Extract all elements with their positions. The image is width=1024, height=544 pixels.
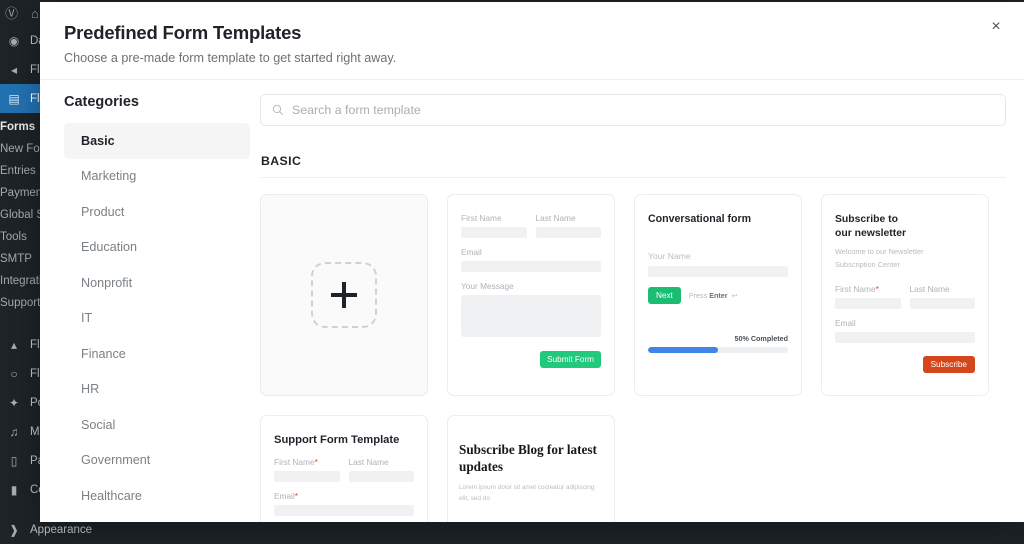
category-label: Healthcare xyxy=(81,488,142,503)
last-name-label: Last Name xyxy=(535,213,576,223)
categories-title: Categories xyxy=(64,94,139,110)
email-field[interactable] xyxy=(274,505,414,516)
category-item-government[interactable]: Government xyxy=(64,443,250,479)
category-item-education[interactable]: Education xyxy=(64,230,250,266)
conversational-form-preview: Conversational form Your Name Next Press… xyxy=(635,195,801,353)
press-enter-hint: Press Enter ↩ xyxy=(688,291,738,300)
support-form-preview: Support Form Template First Name* Last N… xyxy=(261,416,427,516)
blog-form-preview: Subscribe Blog for latest updates Lorem … xyxy=(448,416,614,505)
message-textarea[interactable] xyxy=(461,295,601,337)
email-label: Email xyxy=(461,247,482,257)
search-icon xyxy=(272,104,284,116)
plus-icon xyxy=(331,282,357,308)
progress-bar-fill xyxy=(648,347,718,353)
modal-header: Predefined Form Templates Choose a pre-m… xyxy=(40,2,1024,80)
first-name-field[interactable] xyxy=(274,471,340,482)
category-item-it[interactable]: IT xyxy=(64,301,250,337)
template-card-conversational-form[interactable]: Conversational form Your Name Next Press… xyxy=(634,194,802,396)
page-subtitle: Choose a pre-made form template to get s… xyxy=(64,51,397,65)
first-name-field[interactable] xyxy=(461,227,527,238)
category-label: IT xyxy=(81,311,93,326)
progress-bar-track xyxy=(648,347,788,353)
last-name-field[interactable] xyxy=(535,227,601,238)
newsletter-form-preview: Subscribe to our newsletter Welcome to o… xyxy=(822,195,988,373)
last-name-field[interactable] xyxy=(909,298,975,309)
divider xyxy=(260,177,1006,178)
newsletter-heading: Subscribe to our newsletter xyxy=(835,214,907,240)
dashboard-icon: ◉ xyxy=(8,33,20,48)
wordpress-logo-icon[interactable]: Ⓥ xyxy=(5,7,18,20)
template-card-support-form[interactable]: Support Form Template First Name* Last N… xyxy=(260,415,428,522)
media-icon: ♫ xyxy=(9,424,19,439)
category-item-hr[interactable]: HR xyxy=(64,372,250,408)
comments-icon: ▮ xyxy=(10,482,18,497)
category-item-finance[interactable]: Finance xyxy=(64,336,250,372)
category-label: Government xyxy=(81,453,151,468)
category-label: HR xyxy=(81,382,100,397)
submit-form-button[interactable]: Submit Form xyxy=(540,351,601,368)
category-label: Basic xyxy=(81,133,115,148)
category-label: Product xyxy=(81,204,125,219)
group-heading: BASIC xyxy=(261,154,302,168)
answer-field[interactable] xyxy=(648,266,788,277)
page-title: Predefined Form Templates xyxy=(64,22,302,43)
email-label: Email xyxy=(835,318,856,328)
first-name-label: First Name* xyxy=(274,457,318,467)
category-item-product[interactable]: Product xyxy=(64,194,250,230)
category-item-basic[interactable]: Basic xyxy=(64,123,250,159)
template-card-contact-form[interactable]: First Name Last Name Email Your Message … xyxy=(447,194,615,396)
last-name-field[interactable] xyxy=(348,471,414,482)
support-title: Support Form Template xyxy=(274,434,400,446)
newsletter-subtext: Welcome to our Newsletter Subscription C… xyxy=(835,247,924,270)
last-name-label: Last Name xyxy=(348,457,389,467)
dashed-placeholder-box xyxy=(311,262,377,328)
next-button[interactable]: Next xyxy=(648,287,681,304)
category-item-marketing[interactable]: Marketing xyxy=(64,159,250,195)
template-card-newsletter-subscribe[interactable]: Subscribe to our newsletter Welcome to o… xyxy=(821,194,989,396)
email-field[interactable] xyxy=(835,332,975,343)
category-item-social[interactable]: Social xyxy=(64,407,250,443)
message-label: Your Message xyxy=(461,281,514,291)
close-icon[interactable]: × xyxy=(985,16,1007,38)
fluent-forms-icon: ▤ xyxy=(8,91,20,106)
fluentcrm-icon: ▴ xyxy=(10,337,18,352)
categories-panel: Categories Basic Marketing Product Educa… xyxy=(40,80,250,520)
category-label: Nonprofit xyxy=(81,275,133,290)
fluent-support-icon: ○ xyxy=(10,366,18,381)
home-icon[interactable]: ⌂ xyxy=(31,7,39,20)
subscribe-button[interactable]: Subscribe xyxy=(922,356,975,373)
form-templates-modal: Predefined Form Templates Choose a pre-m… xyxy=(40,2,1024,522)
first-name-label: First Name* xyxy=(835,284,879,294)
category-label: Finance xyxy=(81,346,126,361)
search-bar[interactable] xyxy=(260,94,1006,126)
pin-icon: ✦ xyxy=(8,395,20,410)
progress-label: 50% Completed xyxy=(734,334,788,343)
question-label: Your Name xyxy=(648,251,691,261)
first-name-label: First Name xyxy=(461,213,502,223)
category-item-healthcare[interactable]: Healthcare xyxy=(64,478,250,514)
modal-body: Categories Basic Marketing Product Educa… xyxy=(40,80,1024,522)
last-name-label: Last Name xyxy=(909,284,950,294)
first-name-field[interactable] xyxy=(835,298,901,309)
conversational-title: Conversational form xyxy=(648,213,752,225)
blog-heading: Subscribe Blog for latest updates xyxy=(459,442,597,474)
fluent-booking-icon: ◂ xyxy=(10,62,18,77)
category-label: Marketing xyxy=(81,169,137,184)
category-label: Education xyxy=(81,240,138,255)
template-card-subscribe-blog[interactable]: Subscribe Blog for latest updates Lorem … xyxy=(447,415,615,522)
search-input[interactable] xyxy=(292,103,994,117)
category-item-nonprofit[interactable]: Nonprofit xyxy=(64,265,250,301)
email-field[interactable] xyxy=(461,261,601,272)
appearance-icon: ❱ xyxy=(8,522,20,537)
email-label: Email* xyxy=(274,491,298,501)
category-label: Social xyxy=(81,417,116,432)
pages-icon: ▯ xyxy=(10,453,18,468)
contact-form-preview: First Name Last Name Email Your Message … xyxy=(448,195,614,368)
templates-grid: First Name Last Name Email Your Message … xyxy=(260,194,1006,522)
blog-paragraph: Lorem ipsum dolor sit amet cocteatur adi… xyxy=(459,484,595,502)
template-card-blank-form[interactable] xyxy=(260,194,428,396)
templates-panel: BASIC First Name xyxy=(250,80,1024,522)
enter-arrow-icon: ↩ xyxy=(729,291,738,300)
